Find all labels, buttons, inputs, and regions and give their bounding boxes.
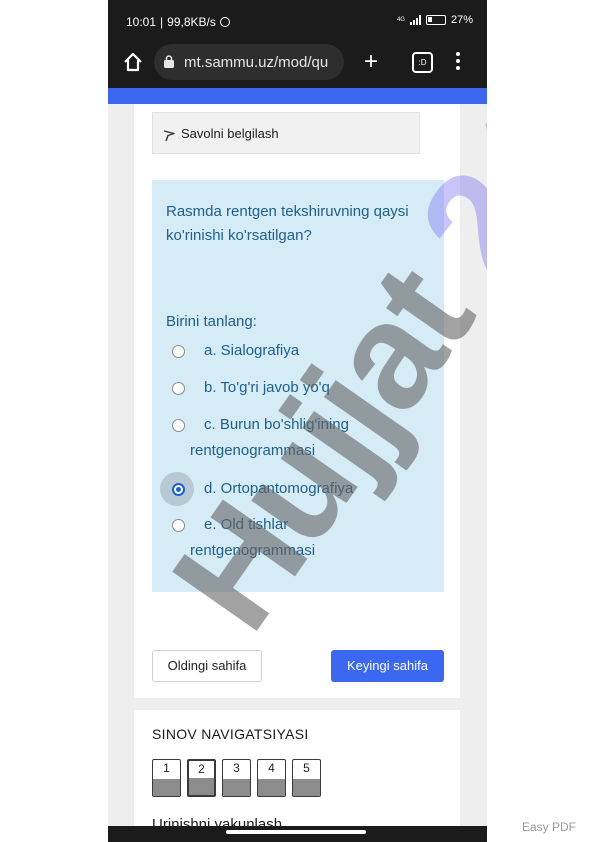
url-text: mt.sammu.uz/mod/qu [184,54,329,71]
nav-page-3[interactable]: 3 [222,759,251,797]
home-icon[interactable] [122,51,144,73]
flag-question-button[interactable]: Savolni belgilash [152,112,420,154]
nav-page-number: 1 [163,761,170,775]
status-separator: | [160,15,164,29]
status-right: 4G 27% [397,14,473,26]
alarm-icon [219,17,230,27]
footer-brand: Easy PDF [522,820,577,834]
nav-page-number: 5 [303,761,310,775]
new-tab-icon[interactable]: + [364,50,378,74]
status-speed: 99,8KB/s [167,15,216,29]
tab-switcher-icon[interactable]: :D [412,52,433,73]
radio-button[interactable] [172,345,185,358]
nav-page-number: 2 [198,762,205,776]
nav-page-4[interactable]: 4 [257,759,286,797]
lock-icon [164,55,174,68]
gesture-handle[interactable] [226,830,366,834]
nav-page-1[interactable]: 1 [152,759,181,797]
flag-icon [163,130,175,142]
browser-toolbar: mt.sammu.uz/mod/qu + :D [108,42,487,88]
signal-icon [409,15,421,25]
nav-page-number: 4 [268,761,275,775]
status-bar: 10:01 | 99,8KB/s 4G 27% [108,0,487,42]
flag-label: Savolni belgilash [181,126,279,141]
quiz-navigation-card: SINOV NAVIGATSIYASI 1 2 3 4 5 Urinishni … [134,710,460,842]
next-page-button[interactable]: Keyingi sahifa [331,650,444,682]
battery-icon [425,15,446,25]
nav-page-number: 3 [233,761,240,775]
nav-page-5[interactable]: 5 [292,759,321,797]
battery-percent: 27% [450,14,473,26]
address-bar[interactable]: mt.sammu.uz/mod/qu [154,44,344,80]
navigation-title: SINOV NAVIGATSIYASI [152,726,309,742]
phone-screen: 10:01 | 99,8KB/s 4G 27% mt.sammu.uz/mod/… [108,0,487,842]
status-left: 10:01 | 99,8KB/s [126,15,230,29]
radio-button[interactable] [172,419,185,432]
status-time: 10:01 [126,15,157,29]
radio-button[interactable] [172,382,185,395]
page-header-strip [108,88,487,104]
answer-prompt: Birini tanlang: [166,313,257,330]
nav-page-2-current[interactable]: 2 [187,759,216,797]
system-nav-bar [108,826,487,842]
network-type: 4G [396,17,405,23]
previous-page-button[interactable]: Oldingi sahifa [152,650,262,682]
more-menu-icon[interactable] [456,52,460,70]
